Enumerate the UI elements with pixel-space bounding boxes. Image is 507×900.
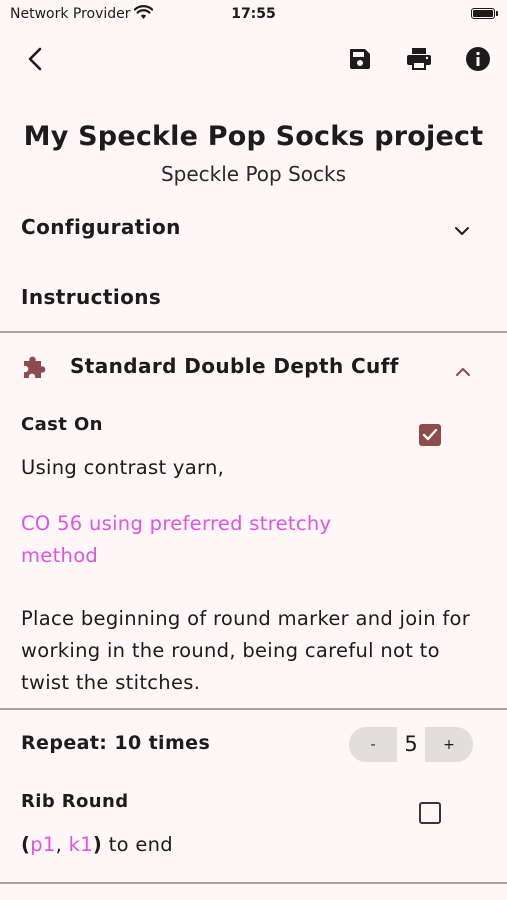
repeat-count: 5 — [397, 727, 425, 762]
paren-close: ) — [92, 833, 103, 856]
cast-on-text-1: Using contrast yarn, — [21, 456, 225, 479]
comma: , — [55, 833, 69, 856]
battery-tip — [496, 11, 498, 16]
cuff-section-expander[interactable]: Standard Double Depth Cuff — [0, 343, 507, 391]
rib-round-checkbox[interactable] — [419, 802, 441, 824]
save-icon — [350, 49, 370, 69]
cast-on-text-3: Place beginning of round marker and join… — [21, 607, 471, 694]
print-icon — [407, 48, 431, 70]
chevron-up-icon — [455, 362, 471, 381]
rib-round-text: (p1, k1) to end — [21, 829, 491, 861]
decrement-button[interactable]: - — [349, 727, 397, 762]
instructions-heading: Instructions — [21, 285, 162, 309]
configuration-label: Configuration — [21, 215, 181, 239]
info-button[interactable] — [460, 41, 496, 77]
battery-icon — [471, 8, 495, 19]
status-bar: Network Provider 17:55 — [0, 0, 507, 30]
stitch-p1-link[interactable]: p1 — [30, 833, 55, 856]
chevron-down-icon — [454, 221, 470, 240]
cast-on-instruction-link[interactable]: CO 56 using preferred stretchy method — [21, 508, 381, 572]
repeat-stepper: - 5 + — [349, 727, 473, 762]
increment-button[interactable]: + — [425, 727, 473, 762]
cast-on-checkbox[interactable] — [419, 424, 441, 446]
page-subtitle: Speckle Pop Socks — [160, 162, 347, 186]
rib-round-label: Rib Round — [21, 791, 129, 812]
back-icon — [28, 47, 42, 71]
stitch-k1-link[interactable]: k1 — [69, 833, 93, 856]
info-icon — [466, 47, 490, 71]
checkmark-icon — [422, 428, 438, 441]
page-title: My Speckle Pop Socks project — [23, 121, 484, 152]
back-button[interactable] — [17, 41, 53, 77]
save-button[interactable] — [342, 41, 378, 77]
status-time: 17:55 — [231, 6, 276, 22]
rib-round-rest: to end — [102, 833, 173, 856]
configuration-expander[interactable]: Configuration — [0, 205, 507, 250]
cuff-section-title: Standard Double Depth Cuff — [70, 354, 399, 378]
puzzle-piece-icon — [22, 353, 49, 384]
cast-on-label: Cast On — [21, 414, 103, 435]
print-button[interactable] — [401, 41, 437, 77]
paren-open: ( — [21, 833, 31, 856]
repeat-label: Repeat: 10 times — [21, 732, 211, 754]
divider — [0, 708, 507, 710]
divider — [0, 331, 507, 333]
divider — [0, 882, 507, 884]
